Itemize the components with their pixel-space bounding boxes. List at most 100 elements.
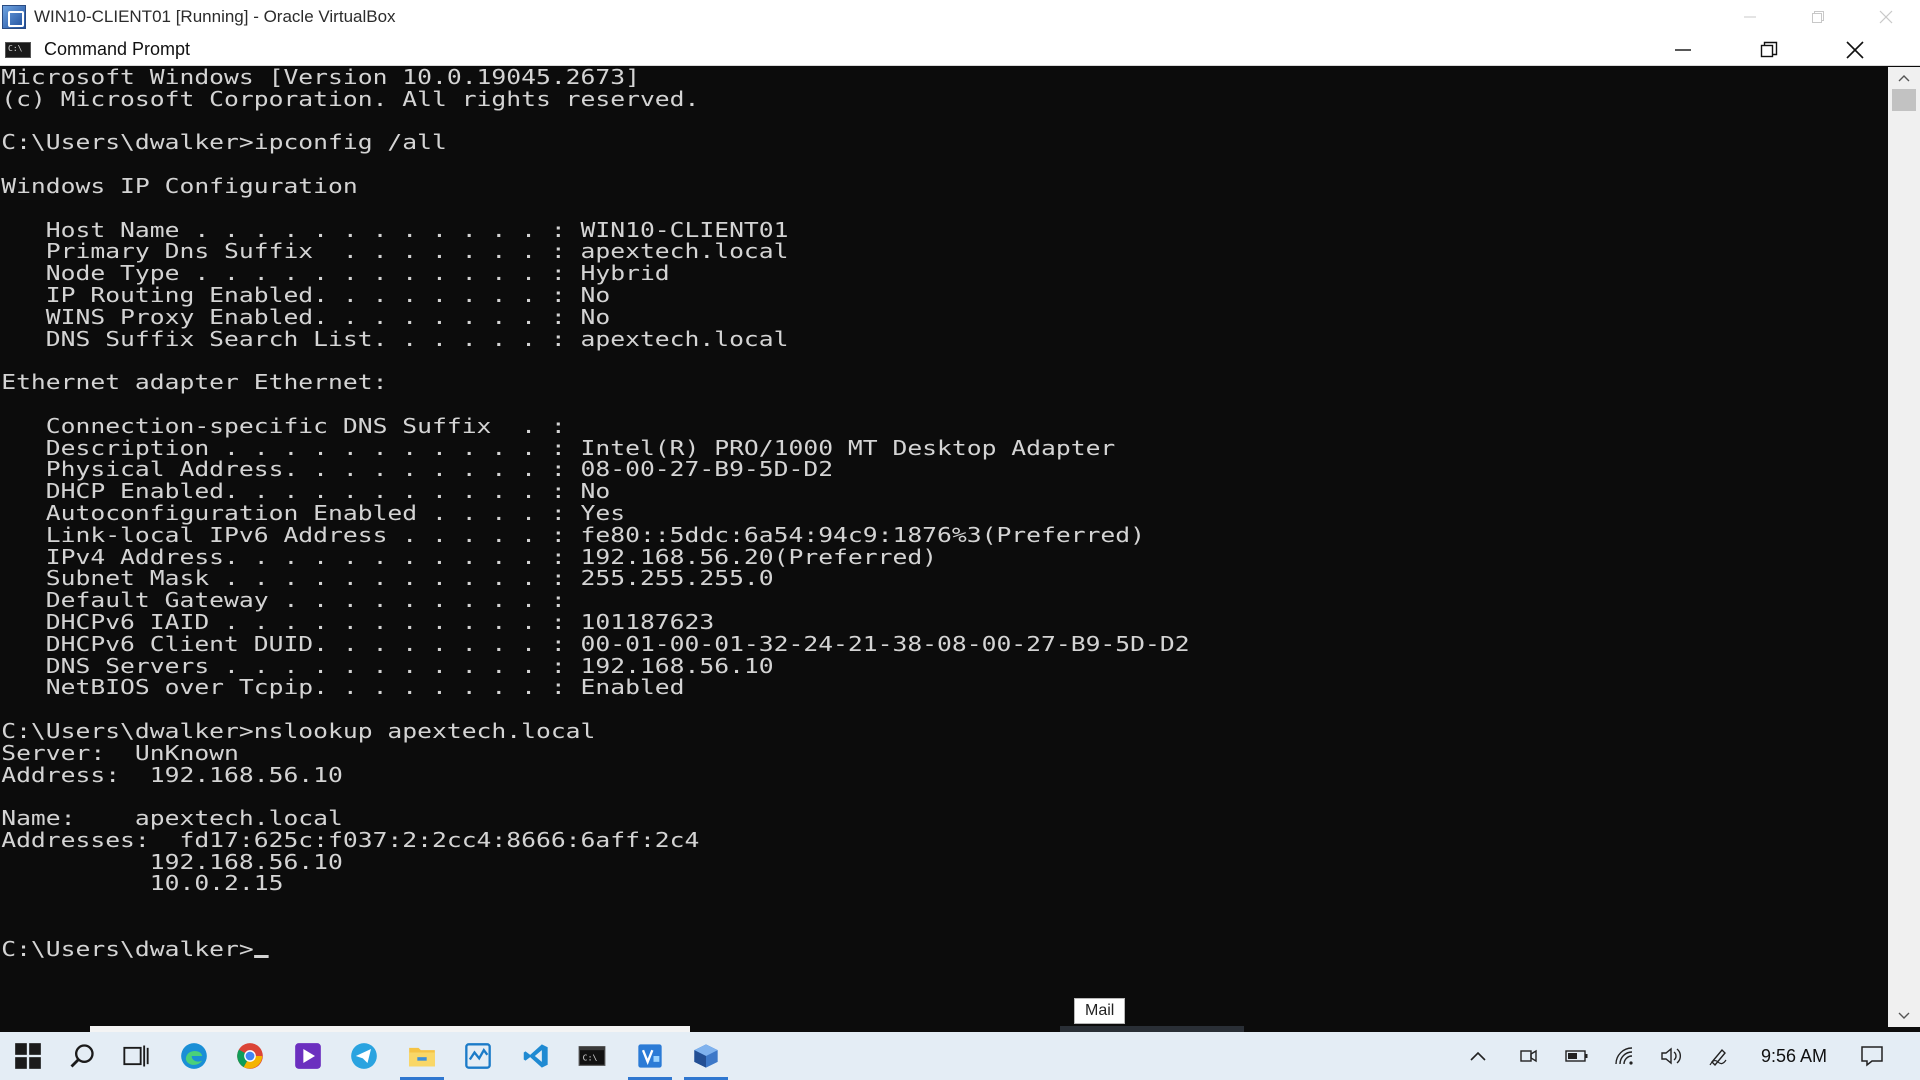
search-icon — [70, 1044, 94, 1068]
tray-network-button[interactable] — [1608, 1032, 1642, 1080]
taskbar-cmd[interactable]: C:\ — [564, 1032, 620, 1080]
windows-start-icon — [15, 1043, 41, 1069]
tray-battery-button[interactable] — [1560, 1032, 1594, 1080]
taskbar-visio[interactable] — [622, 1032, 678, 1080]
mail-tooltip: Mail — [1074, 998, 1126, 1024]
chrome-icon — [237, 1043, 263, 1069]
console-line: 10.0.2.15 — [1, 871, 284, 896]
media-icon — [295, 1043, 321, 1069]
svg-text:C:\: C:\ — [583, 1053, 598, 1063]
task-view-icon — [123, 1045, 149, 1067]
task-manager-icon — [465, 1043, 491, 1069]
console-line: Default Gateway . . . . . . . . . : — [1, 588, 566, 613]
cmd-minimize-button[interactable] — [1640, 34, 1726, 66]
taskbar-clock[interactable]: 9:56 AM — [1748, 1032, 1840, 1080]
tray-volume-button[interactable] — [1654, 1032, 1688, 1080]
restore-icon — [1812, 11, 1824, 23]
console-line: Microsoft Windows [Version 10.0.19045.26… — [1, 67, 640, 89]
console-line: C:\Users\dwalker>nslookup apextech.local — [1, 718, 596, 743]
console-line: Autoconfiguration Enabled . . . . : Yes — [1, 500, 626, 525]
pen-icon — [1709, 1048, 1727, 1066]
console-line: Primary Dns Suffix . . . . . . . : apext… — [1, 239, 789, 264]
cmd-close-button[interactable] — [1812, 34, 1898, 66]
console-line: Subnet Mask . . . . . . . . . . . : 255.… — [1, 566, 774, 591]
console-output: Microsoft Windows [Version 10.0.19045.26… — [0, 67, 1888, 961]
console-line: (c) Microsoft Corporation. All rights re… — [1, 86, 700, 111]
telegram-icon — [351, 1043, 377, 1069]
cmd-window-icon[interactable] — [5, 41, 31, 58]
tray-overflow-button[interactable] — [1462, 1032, 1494, 1080]
console-line: WINS Proxy Enabled. . . . . . . . : No — [1, 304, 611, 329]
edge-icon — [181, 1043, 207, 1069]
cmd-window-controls — [1640, 34, 1898, 66]
virtualbox-icon[interactable] — [2, 5, 26, 29]
console-scrollbar[interactable] — [1888, 67, 1920, 1027]
tray-pen-button[interactable] — [1702, 1032, 1736, 1080]
console-line: IP Routing Enabled. . . . . . . . : No — [1, 282, 611, 307]
taskbar-edge[interactable] — [166, 1032, 222, 1080]
file-explorer-icon — [409, 1047, 435, 1067]
console-line: Server: UnKnown — [1, 740, 239, 765]
start-button[interactable] — [0, 1032, 56, 1080]
console-line: DHCPv6 Client DUID. . . . . . . . : 00-0… — [1, 631, 1190, 656]
console-line: Node Type . . . . . . . . . . . . : Hybr… — [1, 261, 670, 286]
speaker-icon — [1661, 1047, 1681, 1065]
console-line: DHCP Enabled. . . . . . . . . . . : No — [1, 479, 611, 504]
scroll-thumb[interactable] — [1892, 89, 1916, 111]
tray-meet-button[interactable] — [1512, 1032, 1544, 1080]
console-line: 192.168.56.10 — [1, 849, 343, 874]
minimize-icon — [1675, 49, 1691, 51]
task-view-button[interactable] — [108, 1032, 164, 1080]
vbox-close-button[interactable] — [1852, 0, 1920, 34]
taskbar-task-manager[interactable] — [450, 1032, 506, 1080]
console-line: C:\Users\dwalker>ipconfig /all — [1, 130, 447, 155]
action-center-button[interactable] — [1852, 1032, 1892, 1080]
console-area[interactable]: Microsoft Windows [Version 10.0.19045.26… — [0, 67, 1888, 1027]
close-icon — [1879, 10, 1893, 24]
taskbar-virtualbox[interactable] — [678, 1032, 734, 1080]
console-line: NetBIOS over Tcpip. . . . . . . . : Enab… — [1, 675, 685, 700]
taskbar-telegram[interactable] — [336, 1032, 392, 1080]
close-icon — [1846, 41, 1864, 59]
wifi-icon — [1615, 1047, 1633, 1065]
cmd-title-bar: Command Prompt — [0, 34, 1920, 66]
chevron-down-icon — [1898, 1012, 1910, 1019]
battery-icon — [1565, 1050, 1588, 1062]
console-line: Name: apextech.local — [1, 806, 343, 831]
cmd-restore-button[interactable] — [1726, 34, 1812, 66]
taskbar-file-explorer[interactable] — [394, 1032, 450, 1080]
console-line: DNS Suffix Search List. . . . . . : apex… — [1, 326, 789, 351]
search-button[interactable] — [54, 1032, 110, 1080]
visio-icon — [638, 1044, 662, 1068]
cmd-icon: C:\ — [578, 1046, 606, 1066]
vscode-icon — [523, 1044, 548, 1068]
console-line: DNS Servers . . . . . . . . . . . : 192.… — [1, 653, 774, 678]
taskbar: C:\ 9:56 AM — [0, 1032, 1920, 1080]
console-line: Address: 192.168.56.10 — [1, 762, 343, 787]
text-cursor — [253, 954, 269, 958]
console-prompt: C:\Users\dwalker> — [1, 936, 254, 961]
console-line: Physical Address. . . . . . . . . : 08-0… — [1, 457, 834, 482]
restore-icon — [1760, 41, 1778, 58]
vbox-minimize-button[interactable] — [1716, 0, 1784, 34]
console-line: Connection-specific DNS Suffix . : — [1, 413, 566, 438]
console-line: DHCPv6 IAID . . . . . . . . . . . : 1011… — [1, 609, 715, 634]
console-line: Host Name . . . . . . . . . . . . : WIN1… — [1, 217, 789, 242]
taskbar-media[interactable] — [280, 1032, 336, 1080]
taskbar-vscode[interactable] — [508, 1032, 564, 1080]
cmd-window-title: Command Prompt — [44, 39, 191, 59]
taskbar-chrome[interactable] — [222, 1032, 278, 1080]
console-line: Ethernet adapter Ethernet: — [1, 370, 388, 395]
show-desktop-button[interactable] — [1912, 1032, 1918, 1080]
scroll-up-button[interactable] — [1888, 67, 1920, 89]
vbox-restore-button[interactable] — [1784, 0, 1852, 34]
scroll-down-button[interactable] — [1888, 1005, 1920, 1027]
